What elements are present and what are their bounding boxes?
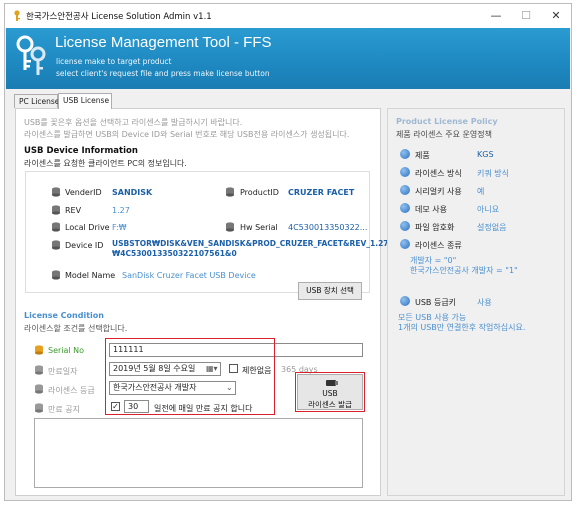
notice-label: 만료 공지 xyxy=(48,405,80,414)
intro-text-1: USB를 꽂은후 옵션을 선택하고 라이센스를 발급하시기 바랍니다. xyxy=(24,118,243,127)
serial-no-label: Serial No xyxy=(48,346,85,355)
hw-serial-value: 4C530013350322... xyxy=(288,223,368,232)
model-name-value: SanDisk Cruzer Facet USB Device xyxy=(122,271,256,280)
kind-note-2: 한국가스안전공사 개발자 = "1" xyxy=(410,266,518,275)
tab-usb-license[interactable]: USB License xyxy=(58,93,112,109)
policy-subtitle: 제품 라이센스 주요 운영정책 xyxy=(396,130,492,139)
tab-pc-license[interactable]: PC License xyxy=(14,94,59,108)
policy-item-label: 라이센스 종류 xyxy=(415,241,462,250)
minimize-button[interactable]: — xyxy=(481,6,511,26)
expire-date-label: 만료일자 xyxy=(48,367,78,376)
database-icon xyxy=(35,384,43,394)
check-circle-icon xyxy=(400,185,410,195)
usb-key-label: USB 등급키 xyxy=(415,298,457,307)
check-circle-icon xyxy=(400,239,410,249)
database-icon xyxy=(35,365,43,375)
header-banner: License Management Tool - FFS license ma… xyxy=(6,28,570,89)
highlight-box-issue xyxy=(295,372,365,412)
device-info-box: VenderID SANDISK ProductID CRUZER FACET … xyxy=(25,171,389,300)
check-circle-icon xyxy=(400,149,410,159)
database-icon xyxy=(35,403,43,413)
banner-subtitle-1: license make to target product xyxy=(56,57,172,66)
database-icon xyxy=(52,187,60,197)
vender-label: VenderID xyxy=(65,188,102,197)
database-icon xyxy=(52,205,60,215)
keys-icon xyxy=(16,35,46,75)
product-value: CRUZER FACET xyxy=(288,188,355,197)
key-icon xyxy=(14,10,20,21)
usb-note-2: 1개의 USB만 연결한후 작업하십시요. xyxy=(398,323,526,332)
policy-item-value: 아니요 xyxy=(477,205,500,214)
check-circle-icon xyxy=(400,296,410,306)
policy-item-label: 파일 암호화 xyxy=(415,223,455,232)
condition-section-title: License Condition xyxy=(24,311,104,320)
usb-device-select-button[interactable]: USB 장치 선택 xyxy=(298,282,362,300)
database-icon xyxy=(52,240,60,250)
usb-key-value: 사용 xyxy=(477,298,492,307)
database-icon xyxy=(35,345,43,355)
check-circle-icon xyxy=(400,167,410,177)
model-name-label: Model Name xyxy=(65,271,116,280)
device-id-label: Device ID xyxy=(65,241,104,250)
banner-title: License Management Tool - FFS xyxy=(55,34,272,51)
close-button[interactable]: ✕ xyxy=(541,6,571,26)
grade-label: 라이센스 등급 xyxy=(48,386,95,395)
check-circle-icon xyxy=(400,221,410,231)
policy-item-value: 키쿼 방식 xyxy=(477,169,509,178)
log-textarea[interactable] xyxy=(34,418,363,488)
device-id-value-line2: ₩4C530013350322107561&0 xyxy=(112,249,237,258)
window-title: 한국가스안전공사 License Solution Admin v1.1 xyxy=(26,12,212,22)
policy-item-label: 라이센스 방식 xyxy=(415,169,462,178)
policy-item-label: 시리얼키 사용 xyxy=(415,187,462,196)
check-circle-icon xyxy=(400,203,410,213)
policy-title: Product License Policy xyxy=(396,117,498,126)
condition-section-subtitle: 라이센스할 조건를 선택합니다. xyxy=(24,324,128,333)
database-icon xyxy=(52,270,60,280)
banner-subtitle-2: select client's request file and press m… xyxy=(56,69,270,78)
policy-panel: Product License Policy 제품 라이센스 주요 운영정책 제… xyxy=(387,108,565,496)
policy-item-value: 예 xyxy=(477,187,485,196)
intro-text-2: 라이센스를 발급하면 USB의 Device ID와 Serial 번호로 해당… xyxy=(24,130,350,139)
rev-value: 1.27 xyxy=(112,206,130,215)
usb-license-panel: USB를 꽂은후 옵션을 선택하고 라이센스를 발급하시기 바랍니다. 라이센스… xyxy=(15,108,389,496)
device-id-value-line1: USBSTOR₩DISK&VEN_SANDISK&PROD_CRUZER_FAC… xyxy=(112,239,389,248)
title-bar: 한국가스안전공사 License Solution Admin v1.1 — ☐… xyxy=(5,4,571,28)
device-section-title: USB Device Information xyxy=(24,146,138,156)
rev-label: REV xyxy=(65,206,82,215)
local-drive-label: Local Drive xyxy=(65,223,110,232)
database-icon xyxy=(226,187,234,197)
database-icon xyxy=(226,222,234,232)
product-label: ProductID xyxy=(240,188,279,197)
policy-item-label: 데모 사용 xyxy=(415,205,447,214)
policy-item-value: KGS xyxy=(477,150,494,159)
app-window: 한국가스안전공사 License Solution Admin v1.1 — ☐… xyxy=(4,3,572,501)
policy-item-label: 제품 xyxy=(415,151,430,160)
hw-serial-label: Hw Serial xyxy=(240,223,278,232)
device-section-subtitle: 라이센스를 요청한 클라이언트 PC의 정보입니다. xyxy=(24,159,187,168)
local-drive-value: F:₩ xyxy=(112,223,127,232)
database-icon xyxy=(52,222,60,232)
policy-item-value: 설정없음 xyxy=(477,223,507,232)
highlight-box-conditions xyxy=(105,338,275,415)
vender-value: SANDISK xyxy=(112,188,153,197)
maximize-button[interactable]: ☐ xyxy=(511,6,541,26)
